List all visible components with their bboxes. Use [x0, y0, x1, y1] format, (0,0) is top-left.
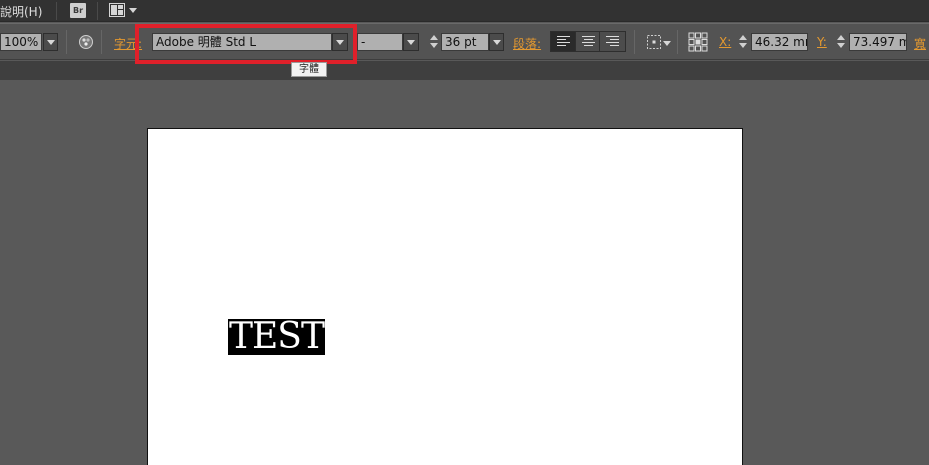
reference-point-icon[interactable]	[646, 34, 662, 50]
align-left-button[interactable]	[551, 32, 576, 51]
align-center-button[interactable]	[576, 32, 601, 51]
font-size-dropdown-button[interactable]	[489, 33, 504, 51]
menu-help[interactable]: 說明(H)	[0, 3, 42, 20]
menu-separator	[97, 2, 98, 20]
toolbar-separator	[101, 30, 102, 54]
y-position-stepper[interactable]	[835, 33, 847, 51]
font-style-dropdown-button[interactable]	[403, 33, 419, 51]
font-tooltip: 字體	[291, 62, 327, 77]
bridge-button[interactable]: Br	[70, 3, 86, 18]
menu-bar: 說明(H) Br	[0, 0, 929, 22]
align-right-button[interactable]	[600, 32, 625, 51]
toolbar-separator	[677, 30, 678, 54]
width-label[interactable]: 寬	[914, 35, 926, 52]
arrange-documents-icon[interactable]	[109, 3, 125, 17]
x-position-label[interactable]: X:	[719, 35, 731, 49]
transform-grid-icon[interactable]	[688, 32, 708, 52]
x-position-field[interactable]: 46.32 mm	[751, 33, 808, 51]
y-position-field[interactable]: 73.497 mm	[849, 33, 907, 51]
font-style-field[interactable]: -	[357, 33, 403, 51]
x-position-stepper[interactable]	[737, 33, 749, 51]
paragraph-panel-link[interactable]: 段落:	[513, 35, 541, 52]
recolor-icon[interactable]	[78, 34, 94, 50]
font-size-field[interactable]: 36 pt	[441, 33, 489, 51]
toolbar-separator	[66, 30, 67, 54]
font-size-stepper[interactable]	[428, 33, 440, 51]
selected-text-object[interactable]: TEST	[228, 319, 325, 355]
menu-separator	[56, 2, 57, 20]
opacity-dropdown-button[interactable]	[43, 33, 58, 51]
toolbar-separator	[634, 30, 635, 54]
reference-point-dropdown-icon[interactable]	[663, 41, 671, 46]
y-position-label[interactable]: Y:	[817, 35, 827, 49]
artboard[interactable]: TEST	[147, 128, 743, 465]
paragraph-align-group	[550, 31, 626, 52]
arrange-dropdown-icon[interactable]	[129, 8, 137, 13]
font-family-highlight-box	[135, 24, 357, 64]
opacity-field[interactable]: 100%	[0, 33, 42, 51]
